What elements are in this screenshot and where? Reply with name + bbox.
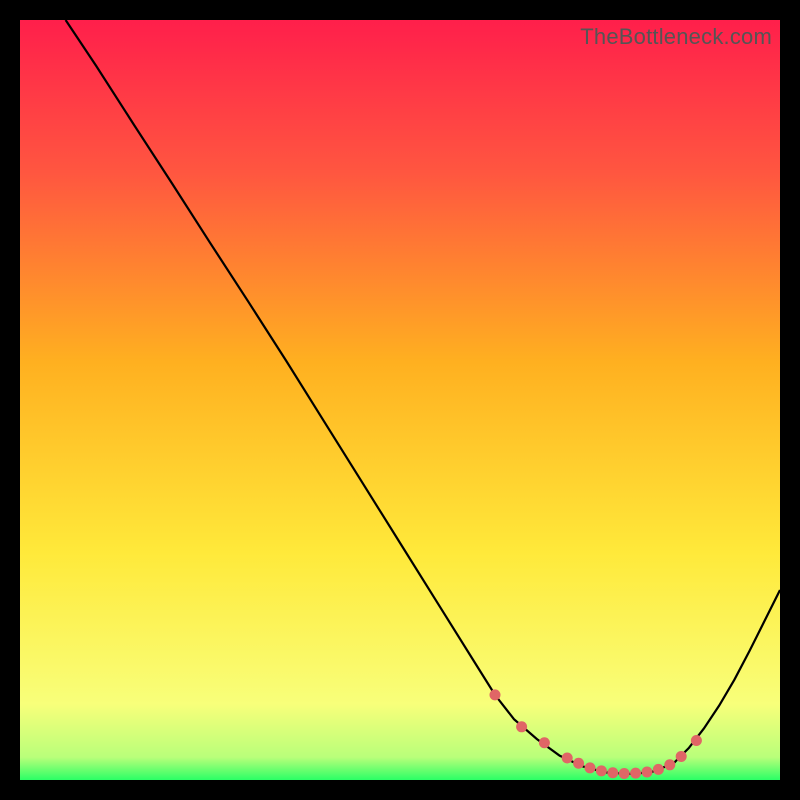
- marker-dot: [585, 762, 596, 773]
- marker-dot: [619, 768, 630, 779]
- marker-dot: [653, 764, 664, 775]
- watermark-text: TheBottleneck.com: [580, 24, 772, 50]
- marker-dot: [630, 768, 641, 779]
- marker-dot: [516, 721, 527, 732]
- marker-dot: [664, 759, 675, 770]
- marker-dot: [607, 767, 618, 778]
- gradient-background: [20, 20, 780, 780]
- marker-dot: [573, 758, 584, 769]
- marker-dot: [490, 689, 501, 700]
- marker-dot: [691, 735, 702, 746]
- marker-dot: [596, 765, 607, 776]
- chart-frame: TheBottleneck.com: [20, 20, 780, 780]
- marker-dot: [539, 737, 550, 748]
- marker-dot: [642, 767, 653, 778]
- marker-dot: [562, 752, 573, 763]
- bottleneck-chart: [20, 20, 780, 780]
- marker-dot: [676, 751, 687, 762]
